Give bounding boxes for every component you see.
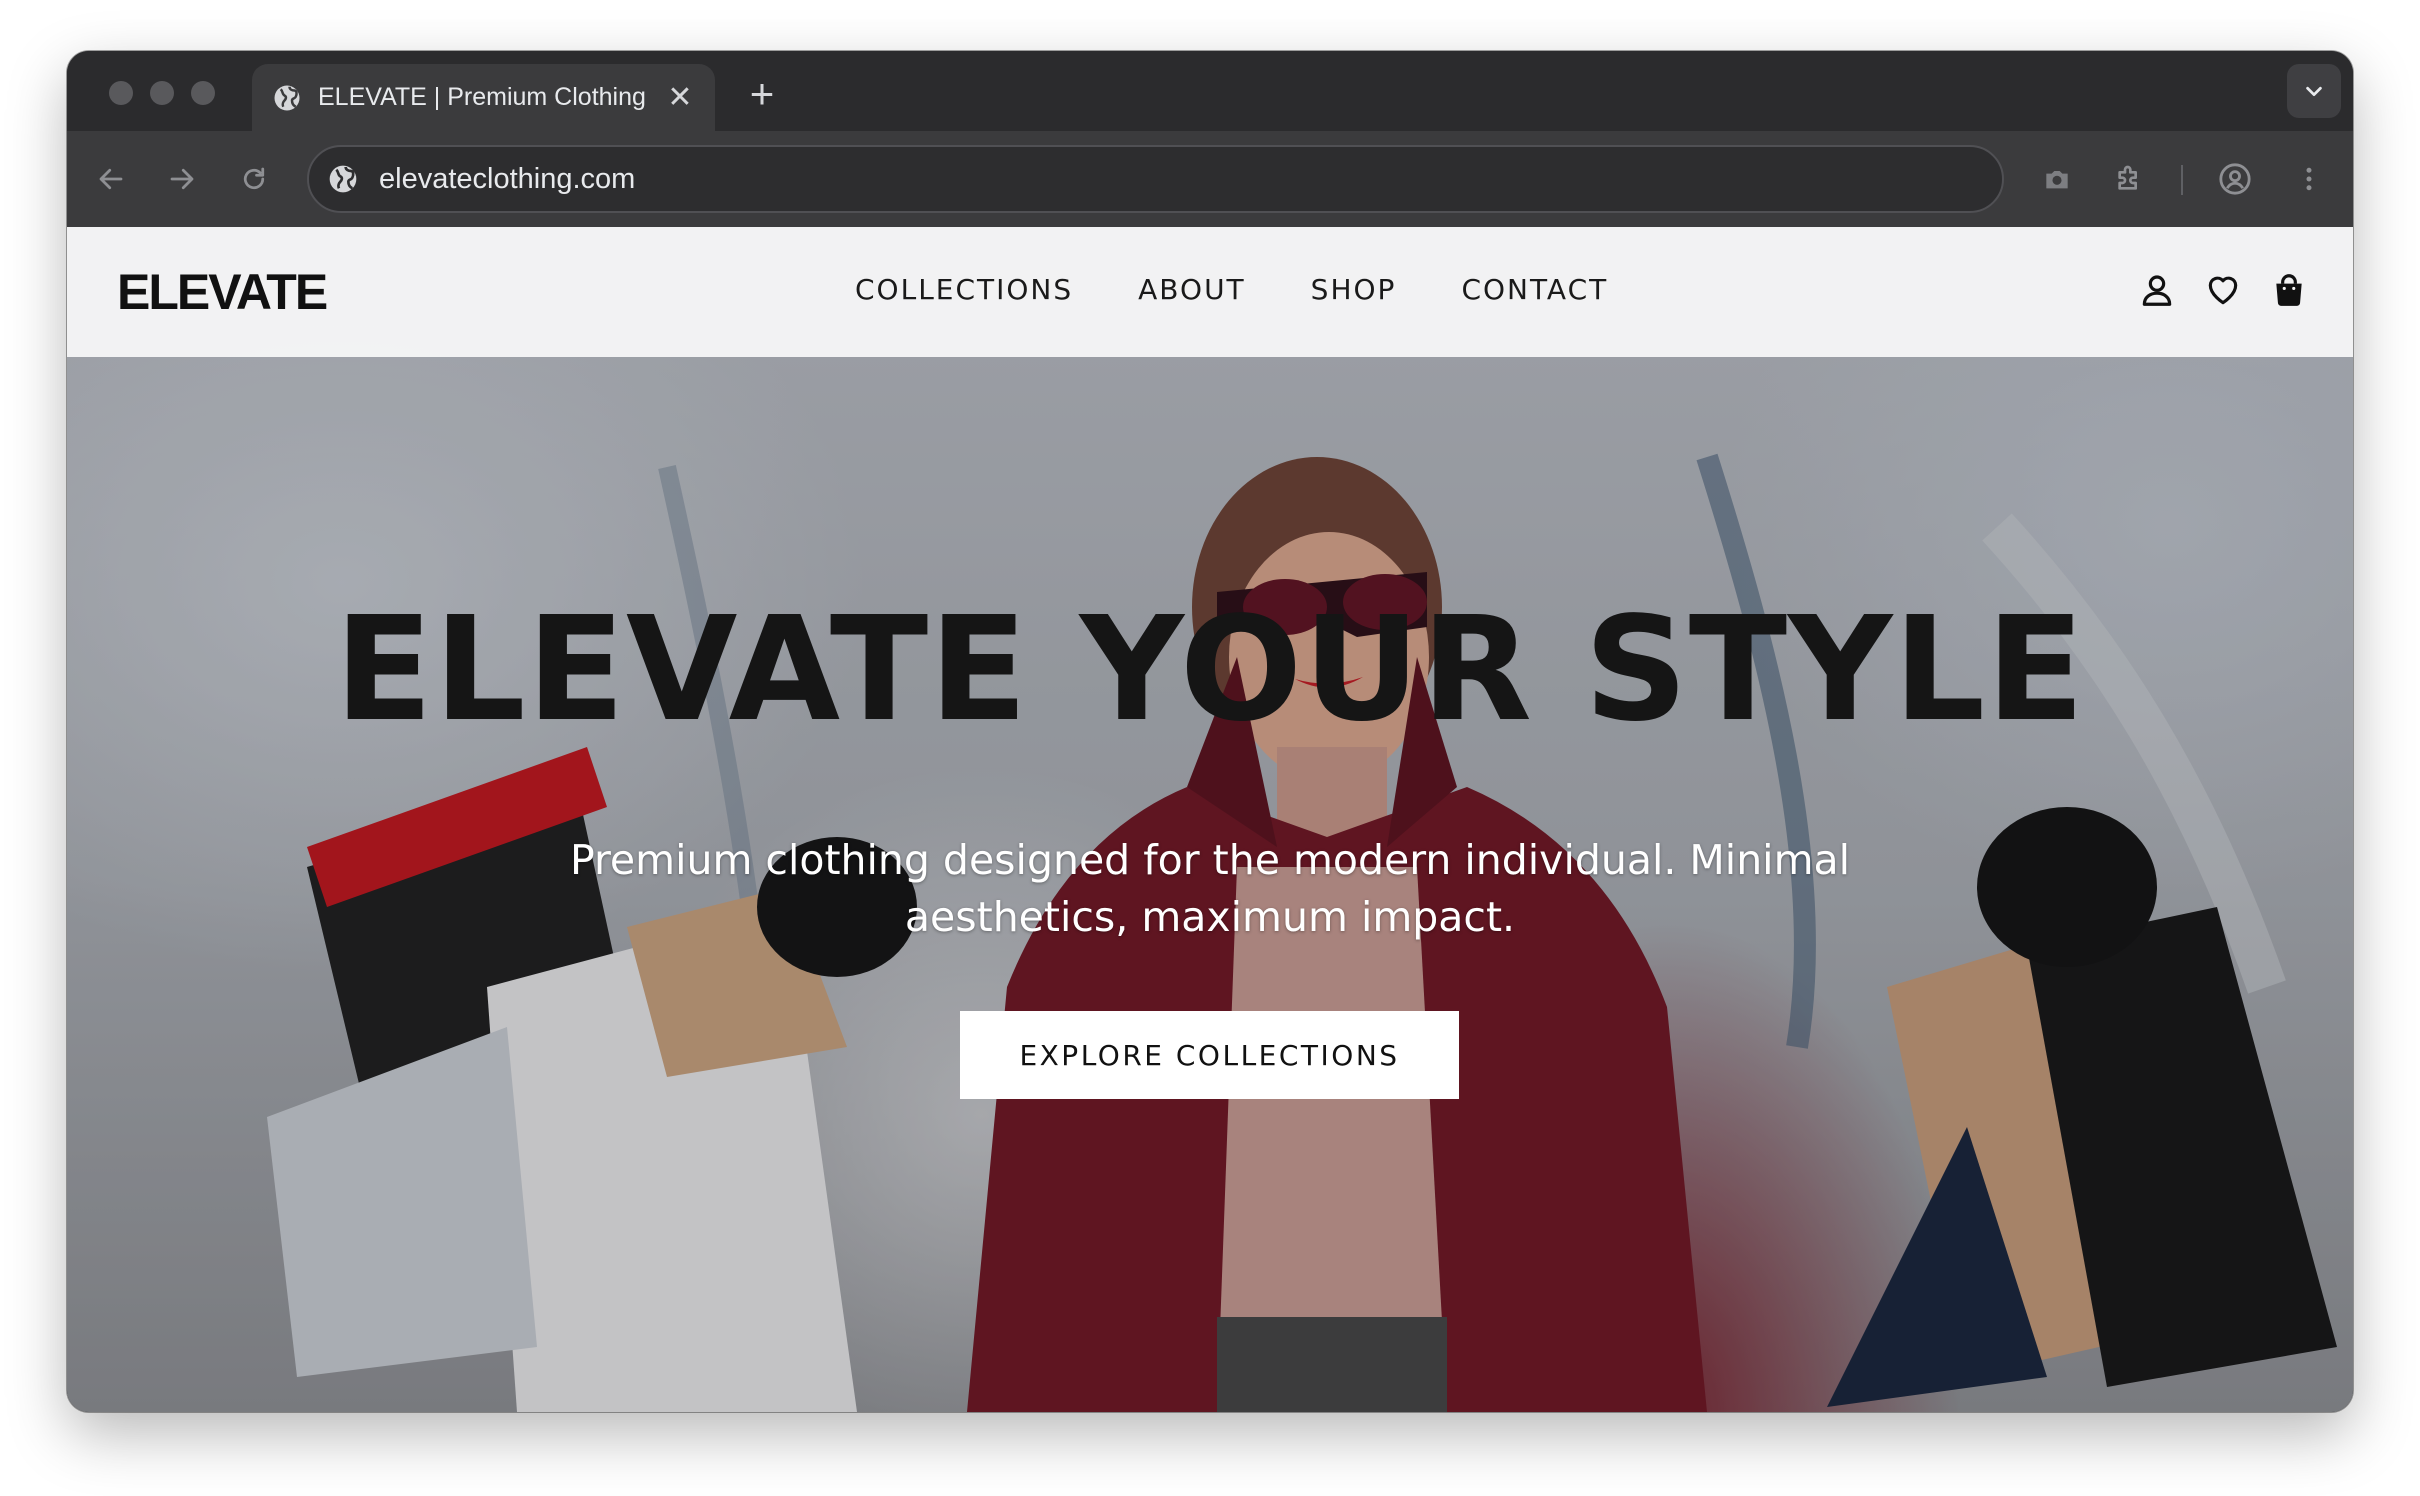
tab-strip: ELEVATE | Premium Clothing ✕ + xyxy=(67,51,2353,131)
hero-overlay xyxy=(67,227,2353,1412)
nav-contact[interactable]: CONTACT xyxy=(1461,273,1608,306)
explore-collections-button[interactable]: EXPLORE COLLECTIONS xyxy=(960,1011,1459,1099)
arrow-right-icon xyxy=(170,168,194,190)
main-nav: COLLECTIONS ABOUT SHOP CONTACT xyxy=(855,273,1608,306)
browser-toolbar: elevateclothing.com xyxy=(67,131,2353,227)
browser-tab-active[interactable]: ELEVATE | Premium Clothing ✕ xyxy=(252,64,715,131)
site-info-icon[interactable] xyxy=(327,163,359,195)
camera-icon xyxy=(2046,171,2068,189)
site-header: ELEVATE COLLECTIONS ABOUT SHOP CONTACT xyxy=(67,227,2353,357)
close-tab-icon[interactable]: ✕ xyxy=(665,82,695,113)
window-controls xyxy=(109,81,215,105)
puzzle-icon xyxy=(2118,165,2137,190)
back-button[interactable] xyxy=(87,155,135,203)
globe-icon xyxy=(274,85,300,110)
forward-button[interactable] xyxy=(158,155,206,203)
nav-shop[interactable]: SHOP xyxy=(1311,273,1397,306)
heart-icon[interactable] xyxy=(2203,269,2243,311)
url-text: elevateclothing.com xyxy=(379,162,636,195)
extensions-button[interactable] xyxy=(2105,155,2153,203)
browser-menu-button[interactable] xyxy=(2285,155,2333,203)
arrow-left-icon xyxy=(99,168,123,190)
nav-about[interactable]: ABOUT xyxy=(1138,273,1246,306)
header-actions xyxy=(2137,269,2309,311)
browser-window: ELEVATE | Premium Clothing ✕ + elevatecl… xyxy=(67,51,2353,1412)
site-logo[interactable]: ELEVATE xyxy=(117,263,328,321)
tab-title: ELEVATE | Premium Clothing xyxy=(318,83,646,111)
hero-title: ELEVATE YOUR STYLE xyxy=(334,585,2086,753)
shopping-bag-icon[interactable] xyxy=(2269,269,2309,311)
reload-icon xyxy=(243,167,265,190)
maximize-window-button[interactable] xyxy=(191,81,215,105)
new-tab-button[interactable]: + xyxy=(737,69,787,119)
kebab-menu-icon xyxy=(2306,167,2312,191)
toolbar-separator xyxy=(2181,165,2183,195)
account-circle-icon xyxy=(2219,163,2251,195)
user-icon[interactable] xyxy=(2137,269,2177,311)
minimize-window-button[interactable] xyxy=(150,81,174,105)
chevron-down-icon xyxy=(2306,86,2322,97)
address-bar[interactable]: elevateclothing.com xyxy=(307,145,2004,213)
profile-button[interactable] xyxy=(2211,155,2259,203)
screenshot-button[interactable] xyxy=(2033,155,2081,203)
web-page: ELEVATE COLLECTIONS ABOUT SHOP CONTACT E… xyxy=(67,227,2353,1412)
nav-collections[interactable]: COLLECTIONS xyxy=(855,273,1073,306)
hero-subtitle: Premium clothing designed for the modern… xyxy=(569,836,1851,941)
reload-button[interactable] xyxy=(230,155,278,203)
tab-search-button[interactable] xyxy=(2287,64,2341,118)
close-window-button[interactable] xyxy=(109,81,133,105)
